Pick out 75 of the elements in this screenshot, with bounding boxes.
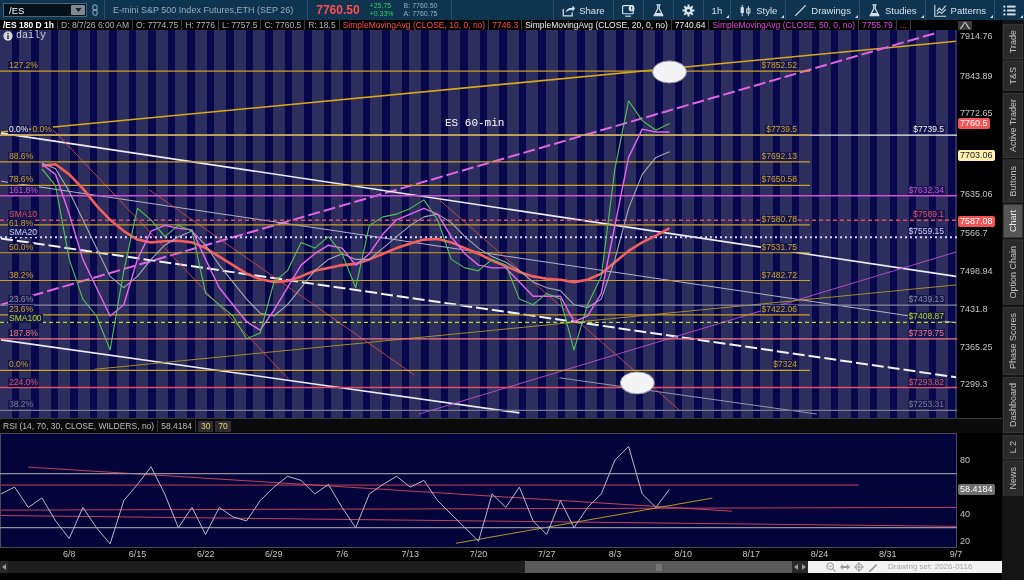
axis-tick-label: 7914.76 <box>960 30 993 41</box>
price-label: $7650.58 <box>760 175 798 185</box>
price-label: $7580.78 <box>760 214 798 224</box>
price-marker: 7760.5 <box>958 117 990 129</box>
price-label: $7379.75 <box>907 328 945 338</box>
level-label: 0.0% <box>31 125 53 135</box>
price-label: $7852.52 <box>760 61 798 71</box>
price-marker: 58.4184 <box>958 483 995 495</box>
level-label: SMA100 <box>8 313 43 323</box>
date-label: 8/17 <box>742 549 761 560</box>
date-label: 7/13 <box>401 549 420 560</box>
date-label: 6/29 <box>265 549 283 560</box>
axis-tick-label: 7566.7 <box>960 227 988 238</box>
axis-tick-label: 20 <box>960 536 970 547</box>
level-label: 0.0% <box>8 125 30 135</box>
axis-tick-label: 40 <box>960 509 970 520</box>
study-title: RSI (14, 70, 30, CLOSE, WILDERS, no) <box>0 420 159 432</box>
level-label: 187.8% <box>8 328 39 338</box>
axis-tick-label: 80 <box>960 455 970 466</box>
level-label: 38.2% <box>8 400 35 410</box>
threshold-value: 30 <box>197 420 214 432</box>
level-label: SMA10 <box>8 210 38 220</box>
last-price: 7760.50 <box>315 3 361 17</box>
date-label: 8/3 <box>608 549 622 560</box>
level-label: 127.2% <box>8 61 39 71</box>
price-label: $7408.87 <box>907 312 945 322</box>
price-label: $7253.31 <box>907 400 945 410</box>
date-label: 7/27 <box>537 549 556 560</box>
drawing-set-label: Drawing set: 2026-0116 <box>888 562 973 572</box>
date-label: 6/22 <box>196 549 215 560</box>
price-label: $7559.15 <box>907 227 945 237</box>
axis-tick-label: 7635.06 <box>960 189 993 200</box>
chart-title: ES 60-min <box>445 117 505 129</box>
level-label: 23.6% <box>8 295 35 305</box>
level-label: 38.2% <box>8 270 35 280</box>
price-label: $7422.06 <box>760 304 798 314</box>
study-value: 58.4184 <box>158 420 196 432</box>
axis-tick-label: 7431.8 <box>960 304 988 315</box>
date-label: 7/20 <box>469 549 488 560</box>
axis-tick-label: 7498.94 <box>960 266 993 277</box>
level-label: 50.0% <box>8 242 35 252</box>
price-label: $7324 <box>772 360 798 370</box>
chart-note: daily <box>16 31 46 41</box>
axis-tick-label: 7365.25 <box>960 342 993 353</box>
axis-tick-label: 7299.3 <box>960 379 988 390</box>
level-label: 78.6% <box>8 175 35 185</box>
axis-tick-label: 7843.89 <box>960 70 993 81</box>
price-label: $7293.82 <box>907 377 945 387</box>
date-label: 8/24 <box>810 549 829 560</box>
price-marker: 7587.08 <box>958 215 995 227</box>
price-label: $7632.34 <box>907 185 945 195</box>
price-marker: 7703.06 <box>958 150 995 162</box>
threshold-value: 70 <box>215 420 231 432</box>
price-label: $7739.5 <box>765 125 798 135</box>
level-label: 61.8% <box>8 219 35 229</box>
level-label: 0.0% <box>8 360 30 370</box>
level-label: SMA20 <box>8 228 38 238</box>
date-label: 8/10 <box>674 549 692 560</box>
axis-tick-label: 7772.65 <box>960 107 993 118</box>
level-label: 88.6% <box>8 151 35 161</box>
date-label: 6/15 <box>128 549 147 560</box>
price-label: $7531.75 <box>760 242 798 252</box>
date-label: 9/7 <box>949 549 963 560</box>
instrument-description: E-mini S&P 500 Index Futures,ETH (SEP 26) <box>112 5 295 15</box>
price-label: $7739.5 <box>912 125 945 135</box>
price-label: $7439.13 <box>907 295 945 305</box>
price-label: $7482.72 <box>760 270 798 280</box>
date-label: 7/6 <box>335 549 349 560</box>
level-label: 224.0% <box>8 377 39 387</box>
date-label: 6/8 <box>62 549 76 560</box>
price-label: $7589.1 <box>912 210 945 220</box>
level-label: 161.8% <box>8 185 39 195</box>
level-label: 23.6% <box>8 304 35 314</box>
date-label: 8/31 <box>879 549 897 560</box>
price-label: $7692.13 <box>760 151 798 161</box>
